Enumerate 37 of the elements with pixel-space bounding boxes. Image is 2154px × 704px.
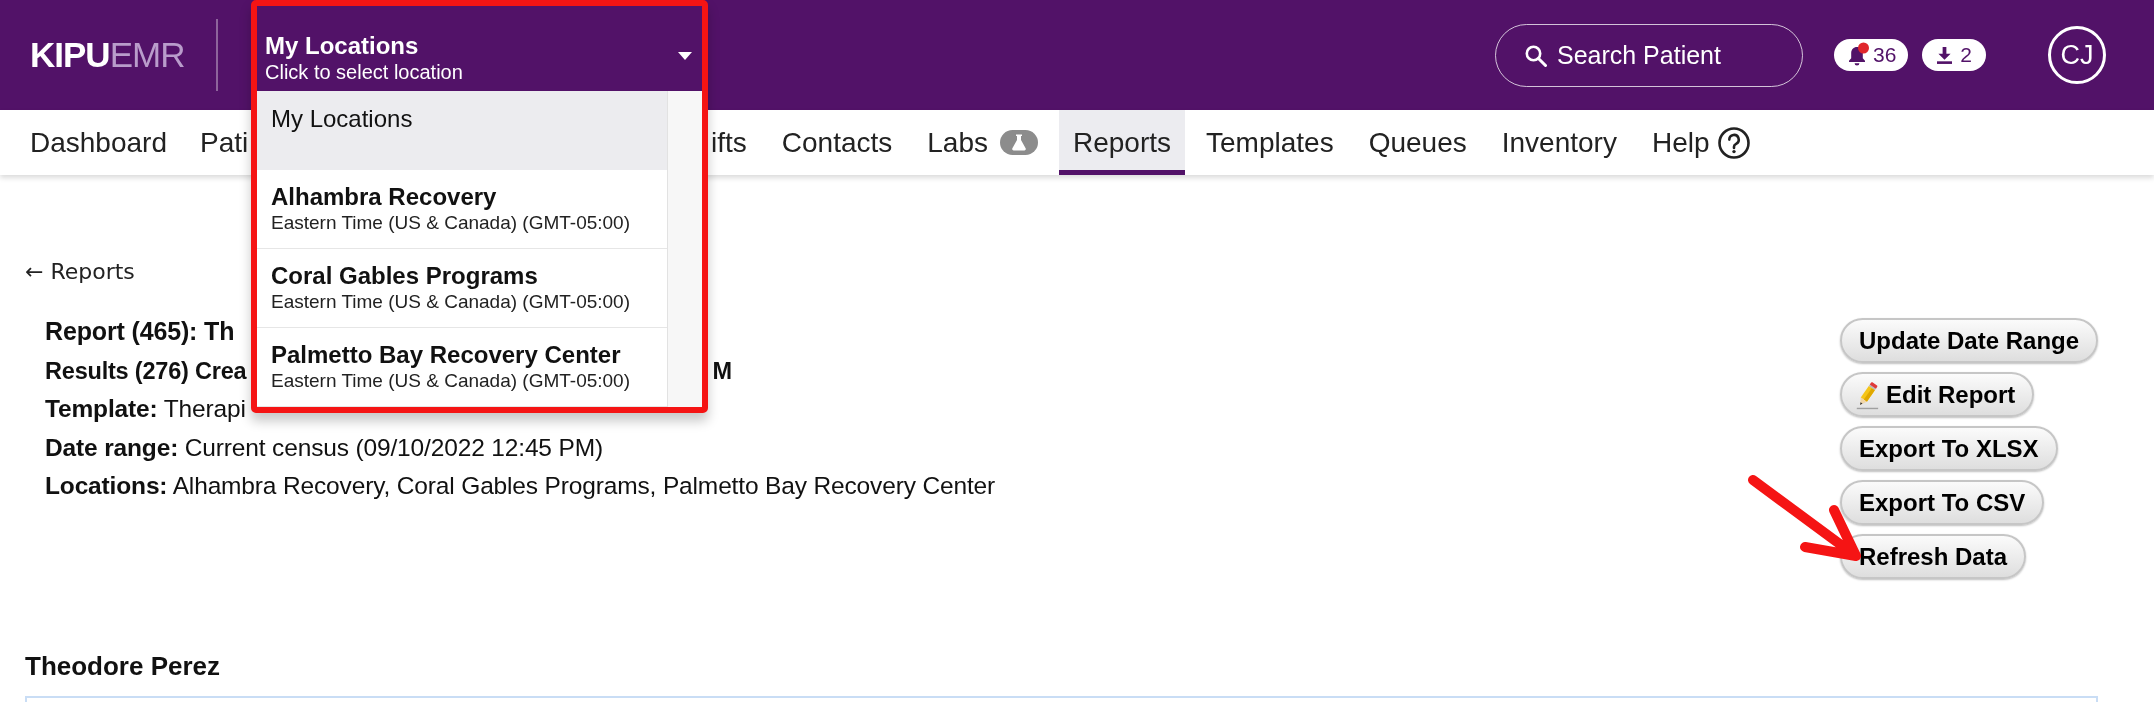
nav-tab[interactable]: Help <box>1637 110 1764 175</box>
search-icon <box>1524 44 1547 67</box>
caret-icon <box>678 52 692 60</box>
nav-tab[interactable]: Contacts <box>767 110 907 175</box>
nav-tab[interactable]: Inventory <box>1487 110 1631 175</box>
nav-tab[interactable]: Pati <box>186 110 251 175</box>
back-link[interactable]: ← Reports <box>25 257 135 287</box>
report-detail: Template: Therapi <box>45 395 246 422</box>
flask-icon <box>1000 130 1038 155</box>
nav-tab[interactable]: Labs <box>913 110 1052 175</box>
location-select[interactable]: My Locations Click to select location <box>257 6 702 91</box>
download-icon <box>1937 46 1953 64</box>
nav-tab[interactable]: Reports <box>1059 110 1186 175</box>
patient-name: Theodore Perez <box>25 651 221 681</box>
user-avatar[interactable]: CJ <box>2048 26 2106 84</box>
report-action-button[interactable]: Refresh Data <box>1840 534 2027 579</box>
pencil-icon <box>1854 379 1880 410</box>
app-logo[interactable]: KIPUEMR <box>30 35 185 75</box>
nav-tab[interactable]: Templates <box>1192 110 1348 175</box>
search-field[interactable]: Search Patient <box>1494 23 1803 87</box>
report-action-button[interactable]: Export To CSV <box>1840 480 2045 525</box>
nav-tab[interactable]: ifts <box>708 110 761 175</box>
report-action-button[interactable]: Export To XLSX <box>1840 426 2058 471</box>
help-icon <box>1717 126 1750 159</box>
scrollbar[interactable] <box>667 91 702 407</box>
nav-tab[interactable]: Dashboard <box>16 110 181 175</box>
report-action-button[interactable]: Update Date Range <box>1840 318 2099 363</box>
report-detail: Date range: Current census (09/10/2022 12:45 PM) <box>45 433 603 461</box>
downloads-button[interactable]: 2 <box>1922 39 1986 71</box>
report-detail: Locations: Alhambra Recovery, Coral Gables Programs, Palmetto Bay Recovery Center <box>45 472 996 499</box>
results-text: Results (276) Crea <box>45 356 247 386</box>
nav-tab[interactable]: Queues <box>1354 110 1481 175</box>
location-option[interactable]: My Locations <box>257 91 668 170</box>
results-text-fragment: M <box>712 356 732 386</box>
report-action-button[interactable]: Edit Report <box>1840 372 2035 417</box>
report-title: Report (465): Th <box>45 317 235 345</box>
notifications-button[interactable]: 36 <box>1833 39 1909 71</box>
